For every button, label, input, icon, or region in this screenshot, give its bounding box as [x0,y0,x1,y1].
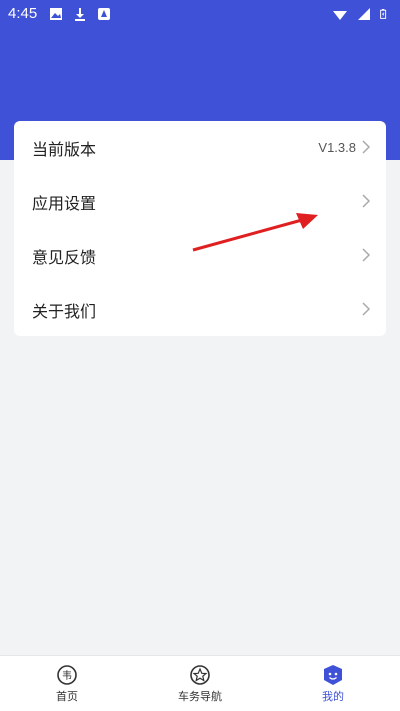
wifi-icon [333,11,347,20]
image-icon [50,8,62,20]
home-icon: 韦 [57,665,77,685]
app-notification-icon [98,8,110,20]
nav-label: 首页 [56,690,78,703]
download-icon [75,8,85,21]
menu-item-label: 意见反馈 [32,247,97,267]
signal-icon [358,8,370,20]
nav-label: 我的 [322,690,344,703]
system-status-icons [332,6,390,22]
menu-item-label: 当前版本 [32,139,97,159]
notification-icons [48,6,112,22]
profile-icon [324,665,342,685]
nav-label: 车务导航 [178,690,222,703]
menu-item-label: 关于我们 [32,301,97,321]
menu-item-about[interactable]: 关于我们 [14,283,386,336]
nav-mine[interactable]: 我的 [288,664,378,704]
menu-item-version[interactable]: 当前版本 V1.3.8 [14,121,386,174]
status-bar: 4:45 [0,0,400,28]
bottom-navigation: 韦 首页 车务导航 我的 [0,655,400,711]
version-value: V1.3.8 [318,140,356,155]
chevron-right-icon [362,194,371,208]
nav-car-services[interactable]: 车务导航 [155,664,245,704]
chevron-right-icon [362,140,371,154]
star-icon [190,665,210,685]
annotation-arrow-icon [192,213,318,252]
chevron-right-icon [362,248,371,262]
battery-icon [380,9,387,19]
chevron-right-icon [362,302,371,316]
status-time: 4:45 [8,5,38,22]
svg-text:韦: 韦 [62,670,72,682]
nav-home[interactable]: 韦 首页 [22,664,112,704]
menu-item-label: 应用设置 [32,193,97,213]
